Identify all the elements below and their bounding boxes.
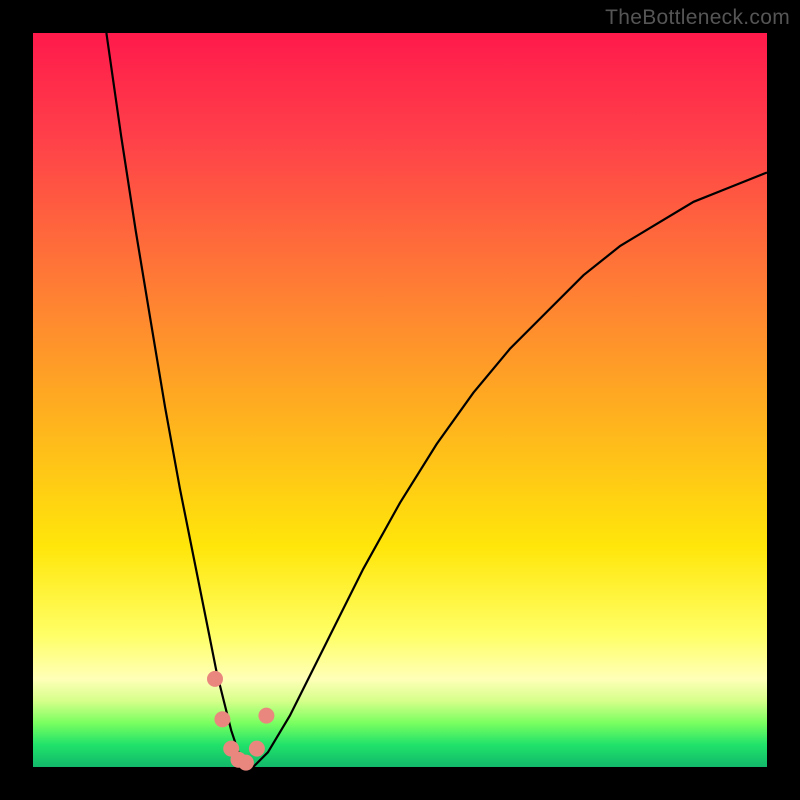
marker-dot (214, 711, 230, 727)
chart-frame: TheBottleneck.com (0, 0, 800, 800)
marker-dot (238, 755, 254, 771)
marker-dot (249, 741, 265, 757)
watermark-text: TheBottleneck.com (605, 6, 790, 30)
curve-path (106, 33, 767, 767)
marker-dot (258, 708, 274, 724)
v-curve (33, 33, 767, 767)
marker-dot (207, 671, 223, 687)
plot-area (33, 33, 767, 767)
